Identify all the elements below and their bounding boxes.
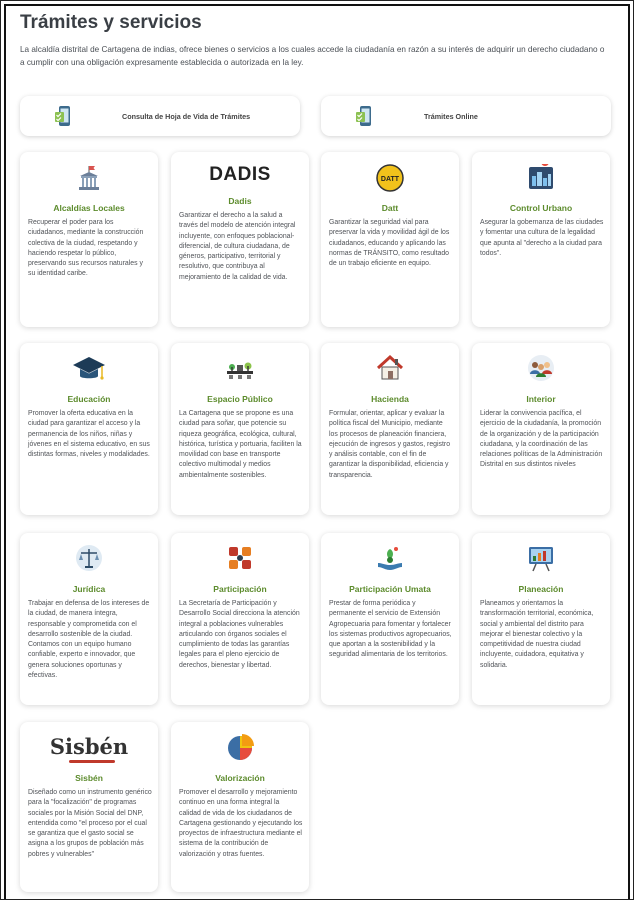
card-interior[interactable]: Interior Liderar la convivencia pacífica… xyxy=(472,343,610,515)
card-description: Prestar de forma periódica y permanente … xyxy=(329,600,452,659)
sisben-logo: Sisbén xyxy=(39,734,139,764)
puzzle-icon xyxy=(229,547,251,569)
card-description: Diseñado como un instrumento genérico pa… xyxy=(28,789,152,858)
card-educacion[interactable]: Educación Promover la oferta educativa e… xyxy=(20,343,158,515)
graduation-cap-icon xyxy=(73,357,105,380)
card-title: Jurídica xyxy=(72,584,106,594)
card-planeacion[interactable]: Planeación Planeamos y orientamos la tra… xyxy=(472,533,610,705)
card-participacion[interactable]: Participación La Secretaría de Participa… xyxy=(171,533,309,705)
card-description: Asegurar la gobernanza de las ciudades y… xyxy=(480,219,604,257)
public-space-icon xyxy=(227,362,253,379)
card-title: Espacio Público xyxy=(207,394,273,404)
card-espacio-publico[interactable]: Espacio Público La Cartagena que se prop… xyxy=(171,343,309,515)
card-dadis[interactable]: DADIS Dadis Garantizar el derecho a la s… xyxy=(171,152,309,327)
sisben-underline xyxy=(69,760,115,763)
card-hacienda[interactable]: Hacienda Formular, orientar, aplicar y e… xyxy=(321,343,459,515)
card-title: Participación xyxy=(213,584,267,594)
card-participacion-umata[interactable]: Participación Umata Prestar de forma per… xyxy=(321,533,459,705)
card-description: Garantizar la seguridad vial para preser… xyxy=(329,219,450,268)
consulta-hoja-vida-button[interactable]: Consulta de Hoja de Vida de Trámites xyxy=(20,96,300,136)
card-title: Dadis xyxy=(228,196,252,206)
card-datt[interactable]: DATT Datt Garantizar la seguridad vial p… xyxy=(321,152,459,327)
svg-text:DATT: DATT xyxy=(381,176,400,183)
consulta-hoja-vida-label: Consulta de Hoja de Vida de Trámites xyxy=(122,111,251,121)
card-title: Sisbén xyxy=(75,773,103,783)
page-title: Trámites y servicios xyxy=(20,12,202,33)
card-sisben[interactable]: Sisbén Sisbén Diseñado como un instrumen… xyxy=(20,722,158,892)
card-control-urbano[interactable]: Control Urbano Asegurar la gobernanza de… xyxy=(472,152,610,327)
house-icon xyxy=(376,354,404,380)
hands-plant-icon xyxy=(378,547,402,570)
card-title: Valorización xyxy=(215,773,265,783)
card-description: La Cartagena que se propone es una ciuda… xyxy=(179,410,302,479)
card-title: Datt xyxy=(381,203,399,213)
card-description: Recuperar el poder para los ciudadanos, … xyxy=(28,219,144,278)
card-valorizacion[interactable]: Valorización Promover el desarrollo y me… xyxy=(171,722,309,892)
card-title: Hacienda xyxy=(371,394,409,404)
tramites-online-button[interactable]: Trámites Online xyxy=(321,96,611,136)
card-title: Interior xyxy=(526,394,556,404)
tramites-online-label: Trámites Online xyxy=(424,111,478,121)
pie-chart-icon xyxy=(228,734,254,760)
card-description: Planeamos y orientamos la transformación… xyxy=(480,600,594,669)
card-title: Control Urbano xyxy=(509,203,573,213)
card-description: Liderar la convivencia pacífica, el ejer… xyxy=(480,410,603,469)
card-title: Alcaldías Locales xyxy=(53,203,125,213)
datt-logo: DATT xyxy=(376,164,404,192)
card-description: La Secretaría de Participación y Desarro… xyxy=(179,600,300,669)
card-title: Educación xyxy=(67,394,111,404)
card-description: Promover el desarrollo y mejoramiento co… xyxy=(179,789,303,858)
card-alcaldias-locales[interactable]: Alcaldías Locales Recuperar el poder par… xyxy=(20,152,158,327)
people-group-icon xyxy=(528,355,554,381)
card-description: Trabajar en defensa de los intereses de … xyxy=(28,600,150,680)
card-description: Promover la oferta educativa en la ciuda… xyxy=(28,410,150,459)
dadis-logo: DADIS xyxy=(209,164,271,185)
scales-icon xyxy=(76,545,102,571)
phone-checklist-icon xyxy=(356,106,371,126)
card-title: Participación Umata xyxy=(349,584,431,594)
card-juridica[interactable]: Jurídica Trabajar en defensa de los inte… xyxy=(20,533,158,705)
card-description: Formular, orientar, aplicar y evaluar la… xyxy=(329,410,451,479)
card-title: Planeación xyxy=(518,584,564,594)
building-flag-icon xyxy=(79,166,99,190)
phone-checklist-icon xyxy=(55,106,70,126)
planning-board-icon xyxy=(529,547,553,572)
page-intro: La alcaldía distrital de Cartagena de in… xyxy=(20,45,605,67)
card-description: Garantizar el derecho a la salud a travé… xyxy=(179,212,296,281)
city-map-icon xyxy=(529,164,553,189)
